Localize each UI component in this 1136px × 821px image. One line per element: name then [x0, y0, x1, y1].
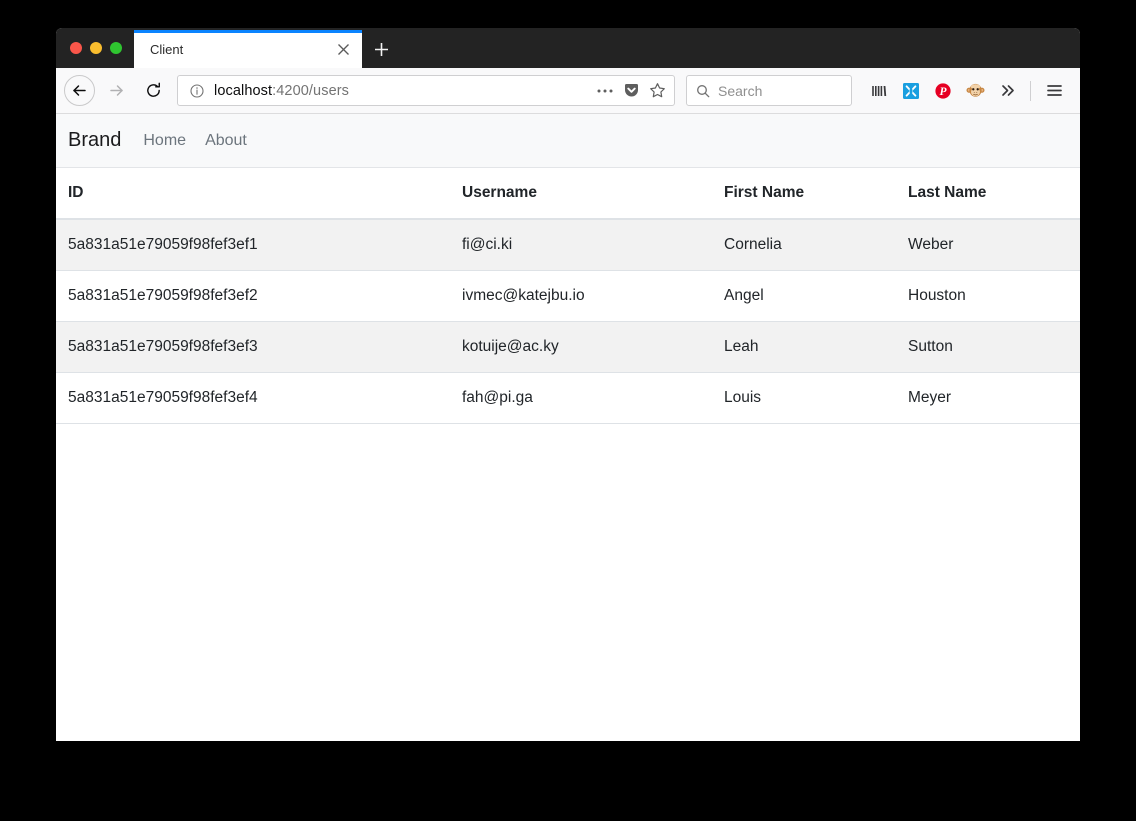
app-navbar: Brand Home About	[56, 114, 1080, 168]
window-controls	[56, 28, 134, 68]
back-button[interactable]	[64, 75, 95, 106]
cell-username: fi@ci.ki	[450, 219, 712, 271]
column-header-first-name: First Name	[712, 168, 896, 219]
cell-username: ivmec@katejbu.io	[450, 271, 712, 322]
blue-extension-icon[interactable]	[895, 75, 927, 107]
tab-list: Client	[134, 28, 400, 68]
svg-text:P: P	[939, 86, 947, 98]
url-host: localhost	[214, 83, 272, 99]
toolbar-icon-group: P	[863, 75, 1070, 107]
column-header-last-name: Last Name	[896, 168, 1080, 219]
cell-first-name: Louis	[712, 373, 896, 424]
pinterest-icon[interactable]: P	[927, 75, 959, 107]
cell-id: 5a831a51e79059f98fef3ef2	[56, 271, 450, 322]
forward-button	[100, 74, 133, 107]
cell-last-name: Weber	[896, 219, 1080, 271]
cell-username: kotuije@ac.ky	[450, 322, 712, 373]
cell-last-name: Houston	[896, 271, 1080, 322]
monkey-face-icon[interactable]	[959, 75, 991, 107]
new-tab-button[interactable]	[362, 30, 400, 68]
nav-link-about[interactable]: About	[205, 132, 247, 150]
users-table-body: 5a831a51e79059f98fef3ef1 fi@ci.ki Cornel…	[56, 219, 1080, 424]
users-table-head: ID Username First Name Last Name	[56, 168, 1080, 219]
info-circle-icon[interactable]	[188, 82, 206, 100]
star-outline-icon[interactable]	[644, 78, 670, 104]
close-icon[interactable]	[330, 36, 356, 62]
users-table: ID Username First Name Last Name 5a831a5…	[56, 168, 1080, 424]
cell-id: 5a831a51e79059f98fef3ef4	[56, 373, 450, 424]
table-row[interactable]: 5a831a51e79059f98fef3ef4 fah@pi.ga Louis…	[56, 373, 1080, 424]
cell-last-name: Sutton	[896, 322, 1080, 373]
pocket-icon[interactable]	[618, 78, 644, 104]
browser-tab-client[interactable]: Client	[134, 30, 362, 68]
navbar-links: Home About	[143, 132, 247, 150]
tab-strip: Client	[56, 28, 1080, 68]
column-header-id: ID	[56, 168, 450, 219]
window-minimize-button[interactable]	[90, 42, 102, 54]
cell-id: 5a831a51e79059f98fef3ef1	[56, 219, 450, 271]
column-header-username: Username	[450, 168, 712, 219]
cell-username: fah@pi.ga	[450, 373, 712, 424]
browser-tab-title: Client	[150, 42, 330, 57]
page-content: Brand Home About ID Username First Name …	[56, 114, 1080, 741]
cell-first-name: Cornelia	[712, 219, 896, 271]
toolbar-divider	[1030, 81, 1031, 101]
cell-id: 5a831a51e79059f98fef3ef3	[56, 322, 450, 373]
browser-window: Client	[56, 28, 1080, 741]
cell-first-name: Leah	[712, 322, 896, 373]
cell-last-name: Meyer	[896, 373, 1080, 424]
nav-link-home[interactable]: Home	[143, 132, 186, 150]
ellipsis-icon[interactable]	[592, 78, 618, 104]
url-path: :4200/users	[272, 83, 349, 99]
navbar-brand[interactable]: Brand	[68, 129, 121, 152]
table-row[interactable]: 5a831a51e79059f98fef3ef1 fi@ci.ki Cornel…	[56, 219, 1080, 271]
search-input[interactable]: Search	[718, 83, 762, 99]
table-row[interactable]: 5a831a51e79059f98fef3ef2 ivmec@katejbu.i…	[56, 271, 1080, 322]
cell-first-name: Angel	[712, 271, 896, 322]
search-box[interactable]: Search	[686, 75, 852, 106]
search-icon	[695, 83, 711, 99]
chevron-double-right-icon[interactable]	[991, 75, 1023, 107]
library-icon[interactable]	[863, 75, 895, 107]
hamburger-menu-icon[interactable]	[1038, 75, 1070, 107]
navigation-toolbar: localhost:4200/users	[56, 68, 1080, 114]
window-close-button[interactable]	[70, 42, 82, 54]
url-text: localhost:4200/users	[214, 83, 592, 99]
url-bar[interactable]: localhost:4200/users	[177, 75, 675, 106]
table-header-row: ID Username First Name Last Name	[56, 168, 1080, 219]
window-maximize-button[interactable]	[110, 42, 122, 54]
table-row[interactable]: 5a831a51e79059f98fef3ef3 kotuije@ac.ky L…	[56, 322, 1080, 373]
reload-icon[interactable]	[137, 74, 170, 107]
